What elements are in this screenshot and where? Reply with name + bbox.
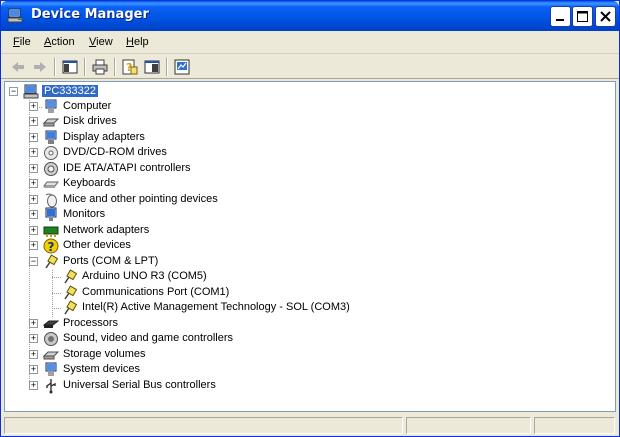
port-icon [64,269,78,284]
tree-item-processors[interactable]: + Processors [5,316,405,332]
minimize-icon [556,19,564,21]
maximize-icon [577,11,588,22]
unknown-device-icon: ? [43,238,59,254]
expand-expander[interactable]: + [29,133,38,142]
storage-volume-icon [43,351,59,360]
expand-expander[interactable]: + [29,365,38,374]
tree-item-usb-controllers[interactable]: + Universal Serial Bus controllers [5,378,405,394]
expand-expander[interactable]: + [29,117,38,126]
usb-icon [46,379,56,394]
toolbar-separator [114,58,116,76]
device-tree[interactable]: − PC333322 + Computer + Disk drives + Di… [4,81,616,412]
tree-item-computer[interactable]: + Computer [5,99,405,115]
tree-item-ports[interactable]: − Ports (COM & LPT) [5,254,405,270]
tree-item-intel-amt-port[interactable]: Intel(R) Active Management Technology - … [5,300,505,316]
device-manager-window: Device Manager File Action View Help ? −… [0,0,620,437]
tree-item-communications-port[interactable]: Communications Port (COM1) [5,285,505,301]
expand-expander[interactable]: + [29,319,38,328]
expand-expander[interactable]: + [29,102,38,111]
properties-help-icon[interactable]: ? [121,58,139,76]
expand-expander[interactable]: + [29,164,38,173]
tree-item-system-devices[interactable]: + System devices [5,362,405,378]
expand-expander[interactable]: + [29,381,38,390]
expand-expander[interactable]: + [29,241,38,250]
menu-help[interactable]: Help [126,36,149,48]
menu-file[interactable]: File [13,36,31,48]
toolbar: ? [1,55,619,79]
toolbar-separator [54,58,56,76]
tree-item-storage-volumes[interactable]: + Storage volumes [5,347,405,363]
svg-text:?: ? [48,240,55,254]
expand-expander[interactable]: + [29,226,38,235]
menu-action[interactable]: Action [44,36,75,48]
sound-icon [44,332,58,346]
expand-expander[interactable]: + [29,148,38,157]
menu-view[interactable]: View [89,36,113,48]
expand-expander[interactable]: + [29,195,38,204]
tree-item-sound-video[interactable]: + Sound, video and game controllers [5,331,405,347]
maximize-button[interactable] [572,6,593,27]
tree-root[interactable]: − PC333322 [5,84,205,100]
port-icon [64,300,78,315]
expand-expander[interactable]: + [29,210,38,219]
minimize-button[interactable] [550,6,571,27]
processor-icon [43,320,59,328]
print-icon[interactable] [91,58,109,76]
tree-item-display-adapters[interactable]: + Display adapters [5,130,405,146]
tree-item-mice[interactable]: + Mice and other pointing devices [5,192,405,208]
export-list-icon[interactable] [143,58,161,76]
expand-expander[interactable]: + [29,179,38,188]
title-bar[interactable]: Device Manager [1,1,619,31]
display-adapter-icon [45,130,57,144]
port-icon [64,285,78,300]
mouse-icon [45,193,57,208]
back-icon[interactable] [9,58,27,76]
tree-item-disk-drives[interactable]: + Disk drives [5,114,405,130]
scan-hardware-icon[interactable] [173,58,191,76]
tree-item-monitors[interactable]: + Monitors [5,207,405,223]
keyboard-icon [43,181,59,188]
collapse-expander[interactable]: − [9,87,18,96]
tree-item-other-devices[interactable]: + ? Other devices [5,238,405,254]
disk-drive-icon [43,118,59,127]
tree-item-ide-controllers[interactable]: + IDE ATA/ATAPI controllers [5,161,405,177]
status-pane-secondary [406,417,531,434]
port-icon [45,254,59,269]
expand-expander[interactable]: + [29,350,38,359]
tree-item-arduino-port[interactable]: Arduino UNO R3 (COM5) [5,269,505,285]
device-manager-icon [7,8,23,23]
status-pane-main [4,417,403,434]
computer-icon [45,99,57,113]
tree-item-keyboards[interactable]: + Keyboards [5,176,405,192]
expand-expander[interactable]: + [29,334,38,343]
root-label: PC333322 [42,85,98,97]
network-adapter-icon [43,226,59,237]
close-button[interactable] [595,6,616,27]
system-device-icon [45,362,57,376]
toolbar-separator [84,58,86,76]
tree-item-network-adapters[interactable]: + Network adapters [5,223,405,239]
show-hide-tree-icon[interactable] [61,58,79,76]
status-pane-tertiary [534,417,615,434]
tree-item-dvd-cdrom[interactable]: + DVD/CD-ROM drives [5,145,405,161]
collapse-expander[interactable]: − [29,257,38,266]
forward-icon[interactable] [31,58,49,76]
ide-controller-icon [44,162,58,176]
monitor-icon [45,207,57,221]
status-bar [1,414,619,436]
menu-bar: File Action View Help [1,32,619,54]
close-icon [600,11,611,22]
toolbar-separator [166,58,168,76]
cdrom-icon [44,146,58,160]
window-title: Device Manager [31,7,149,22]
computer-icon [23,84,39,99]
